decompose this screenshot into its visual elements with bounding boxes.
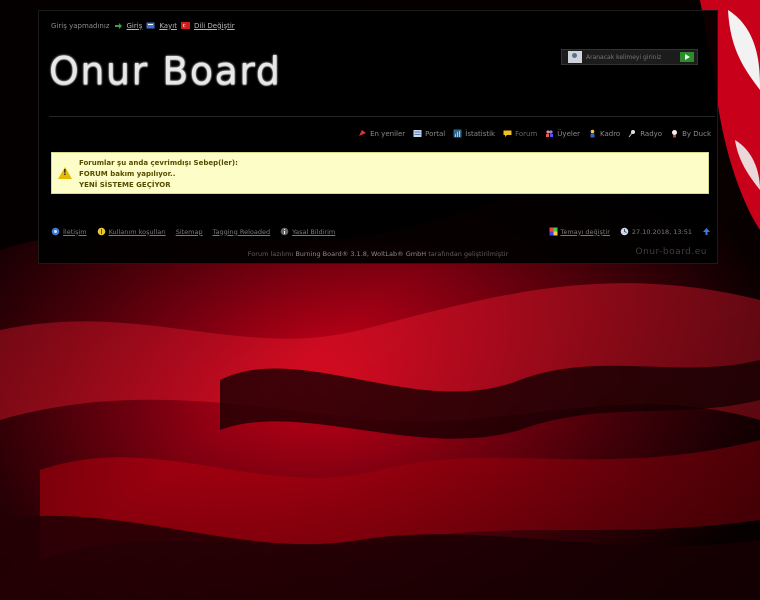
nav-label: En yeniler (370, 129, 406, 138)
statistics-icon (453, 129, 462, 138)
nav-label: Kadro (600, 129, 621, 138)
footer-link-label: Kullanım koşulları (108, 227, 166, 236)
arrow-up-icon (703, 228, 710, 235)
copyright-product-link[interactable]: Burning Board® 3.1.8, (295, 250, 369, 258)
staff-icon (590, 129, 595, 138)
nav-label: Portal (425, 129, 446, 138)
warning-icon (58, 167, 72, 179)
login-link[interactable]: Giriş (127, 22, 143, 30)
change-theme-label: Temayı değiştir (560, 227, 610, 236)
search-input[interactable] (584, 51, 680, 63)
new-posts-icon (359, 130, 367, 136)
search-box (561, 49, 698, 65)
nav-label: Forum (515, 129, 538, 138)
theme-icon (549, 227, 558, 236)
user-bar: Giriş yapmadınız Giriş Kayıt Dili Değişt… (51, 21, 235, 30)
duck-icon (672, 130, 678, 138)
members-icon (546, 130, 554, 137)
forum-icon (503, 130, 512, 137)
footer-link-legal[interactable]: Yasal Bildirim (280, 227, 335, 236)
site-domain-label: Onur-board.eu (635, 247, 707, 257)
datetime-text: 27.10.2018, 13:51 (631, 227, 692, 236)
footer-link-label: Yasal Bildirim (292, 227, 336, 236)
footer-link-terms[interactable]: Kullanım koşulları (97, 227, 166, 236)
main-navigation: En yeniler Portal İstatistik Forum Üyele… (358, 129, 711, 138)
change-theme-link[interactable]: Temayı değiştir (549, 227, 610, 236)
footer-link-tagging[interactable]: Tagging Reloaded (213, 228, 271, 236)
footer-link-contact[interactable]: İletişim (51, 227, 87, 236)
notice-line-1: FORUM bakım yapılıyor.. (79, 170, 176, 178)
forum-container: Giriş yapmadınız Giriş Kayıt Dili Değişt… (38, 10, 718, 264)
nav-item-portal[interactable]: Portal (413, 129, 445, 138)
change-language-link[interactable]: Dili Değiştir (194, 22, 235, 30)
notice-line-2: YENİ SİSTEME GEÇİYOR (79, 181, 171, 189)
nav-item-radio[interactable]: Radyo (628, 129, 662, 138)
copyright-company-link[interactable]: WoltLab® GmbH (371, 250, 426, 258)
nav-label: By Duck (682, 129, 711, 138)
search-user-icon (568, 51, 582, 63)
footer-link-label: İletişim (63, 227, 87, 236)
footer-link-sitemap[interactable]: Sitemap (176, 228, 203, 236)
register-link[interactable]: Kayıt (159, 22, 177, 30)
login-status-text: Giriş yapmadınız (51, 21, 110, 30)
clock-icon (620, 227, 629, 236)
offline-notice: Forumlar şu anda çevrimdışı Sebep(ler): … (51, 152, 709, 194)
portal-icon (413, 130, 422, 137)
login-icon (114, 21, 123, 30)
nav-item-new-posts[interactable]: En yeniler (358, 129, 405, 138)
copyright-suffix: tarafından geliştirilmiştir (428, 250, 509, 258)
footer-link-label: Sitemap (175, 227, 203, 236)
nav-item-statistics[interactable]: İstatistik (453, 129, 495, 138)
header-divider (49, 116, 715, 117)
nav-item-members[interactable]: Üyeler (545, 129, 580, 138)
radio-icon (628, 130, 636, 138)
site-logo[interactable]: Onur Board (49, 49, 281, 93)
nav-label: Üyeler (557, 129, 580, 138)
terms-icon (97, 227, 105, 236)
nav-label: Radyo (640, 129, 663, 138)
nav-item-forum[interactable]: Forum (503, 129, 537, 138)
legal-icon (280, 227, 289, 236)
nav-item-staff[interactable]: Kadro (588, 129, 620, 138)
copyright-prefix: Forum lazılımı (247, 250, 294, 258)
footer-link-label: Tagging Reloaded (212, 227, 271, 236)
copyright-line: Forum lazılımı Burning Board® 3.1.8, Wol… (39, 250, 717, 258)
nav-label: İstatistik (465, 129, 496, 138)
language-flag-icon (180, 21, 190, 30)
footer-datetime: 27.10.2018, 13:51 (620, 227, 692, 236)
scroll-top-button[interactable] (702, 227, 711, 236)
notice-title: Forumlar şu anda çevrimdışı Sebep(ler): (79, 159, 238, 167)
footer-bar: İletişim Kullanım koşulları Sitemap Tagg… (51, 227, 711, 236)
register-icon (146, 21, 155, 30)
search-submit-button[interactable] (680, 52, 694, 62)
contact-icon (51, 227, 60, 236)
nav-item-by-duck[interactable]: By Duck (670, 129, 711, 138)
